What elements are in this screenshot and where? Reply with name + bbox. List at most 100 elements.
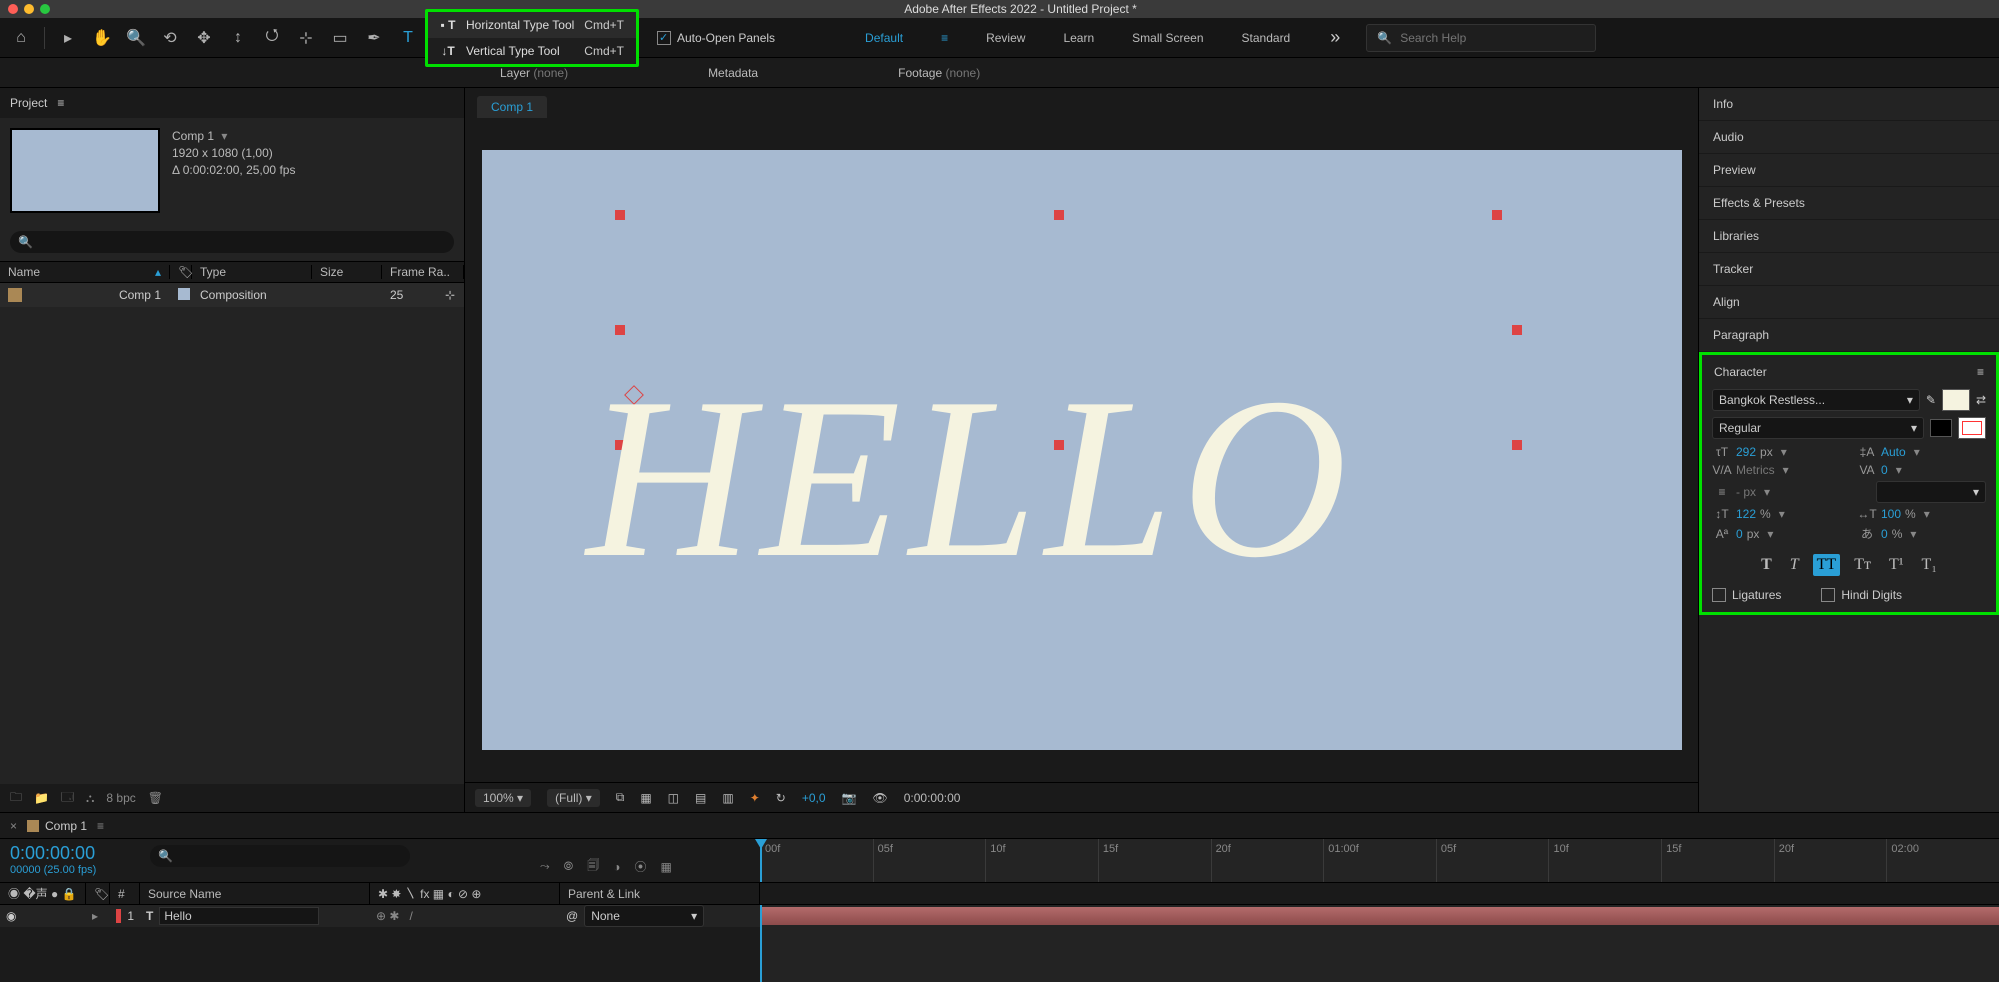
- panel-audio[interactable]: Audio: [1699, 121, 1999, 154]
- project-row[interactable]: Comp 1 Composition 25⊹: [0, 283, 464, 307]
- comp-thumbnail[interactable]: [10, 128, 160, 213]
- workspace-default[interactable]: Default: [865, 31, 903, 45]
- col-source-name[interactable]: Source Name: [140, 883, 370, 904]
- new-folder-icon[interactable]: 📁: [34, 791, 49, 805]
- subscript-button[interactable]: T₁: [1918, 554, 1941, 576]
- font-size-field[interactable]: τT 292 px▾: [1712, 445, 1841, 459]
- zoom-tool-icon[interactable]: 🔍: [123, 25, 149, 51]
- workspace-standard[interactable]: Standard: [1242, 31, 1291, 45]
- workspace-learn[interactable]: Learn: [1063, 31, 1094, 45]
- text-layer-content[interactable]: HELLO: [587, 345, 1356, 610]
- current-time-indicator[interactable]: [760, 905, 762, 982]
- workspace-overflow-icon[interactable]: »: [1330, 27, 1340, 48]
- parent-dropdown[interactable]: None▾: [584, 905, 704, 927]
- faux-italic-button[interactable]: T: [1786, 554, 1803, 576]
- col-parent[interactable]: Parent & Link: [560, 883, 760, 904]
- type-tool-menu[interactable]: ▪ T Horizontal Type Tool Cmd+T ↓T Vertic…: [425, 9, 639, 67]
- col-index[interactable]: #: [110, 883, 140, 904]
- region-icon[interactable]: ⧉: [616, 790, 625, 805]
- zoom-dropdown[interactable]: 100% ▾: [475, 789, 531, 807]
- label-swatch[interactable]: [116, 909, 121, 923]
- timeline-search-field[interactable]: 🔍: [150, 845, 410, 867]
- type-tool-icon[interactable]: T: [395, 25, 421, 51]
- snapshot-icon[interactable]: 📷: [842, 791, 857, 805]
- draft3d-icon[interactable]: ⦾: [564, 859, 574, 874]
- reset-exposure-icon[interactable]: ↻: [776, 791, 786, 805]
- home-icon[interactable]: ⌂: [8, 25, 34, 51]
- panel-paragraph[interactable]: Paragraph: [1699, 319, 1999, 352]
- interpret-icon[interactable]: 🗀: [10, 788, 22, 809]
- font-style-dropdown[interactable]: Regular▾: [1712, 417, 1924, 439]
- timeline-layer-row[interactable]: ◉ 1 T ⊕ ✱ / @ None▾: [0, 905, 760, 927]
- ligatures-checkbox[interactable]: Ligatures: [1712, 588, 1781, 602]
- close-window-button[interactable]: [8, 4, 18, 14]
- kerning-field[interactable]: V/A Metrics▾: [1712, 463, 1841, 477]
- zoom-window-button[interactable]: [40, 4, 50, 14]
- col-type[interactable]: Type: [192, 265, 312, 279]
- hindi-digits-checkbox[interactable]: Hindi Digits: [1821, 588, 1902, 602]
- label-col-icon[interactable]: 🏷: [86, 883, 110, 904]
- project-panel-header[interactable]: Project ≡: [0, 88, 464, 118]
- dolly-tool-icon[interactable]: ↕: [225, 25, 251, 51]
- shape-tool-icon[interactable]: ▭: [327, 25, 353, 51]
- superscript-button[interactable]: T¹: [1885, 554, 1908, 576]
- panel-libraries[interactable]: Libraries: [1699, 220, 1999, 253]
- close-tab-icon[interactable]: ×: [10, 819, 17, 833]
- transform-handle[interactable]: [1054, 210, 1064, 220]
- font-family-dropdown[interactable]: Bangkok Restless...▾: [1712, 389, 1920, 411]
- timeline-tab[interactable]: Comp 1: [27, 819, 87, 833]
- eyedropper-icon[interactable]: ✎: [1926, 393, 1936, 407]
- panel-menu-icon[interactable]: ≡: [97, 819, 104, 833]
- current-time-indicator[interactable]: [760, 839, 762, 882]
- resolution-dropdown[interactable]: (Full) ▾: [547, 789, 600, 807]
- fill-over-stroke-icon[interactable]: [1930, 419, 1952, 437]
- orbit-tool-icon[interactable]: ⟲: [157, 25, 183, 51]
- panel-align[interactable]: Align: [1699, 286, 1999, 319]
- layer-switches[interactable]: ⊕ ✱ /: [370, 909, 560, 923]
- pan-tool-icon[interactable]: ✥: [191, 25, 217, 51]
- col-size[interactable]: Size: [312, 265, 382, 279]
- project-search-input[interactable]: [39, 235, 446, 249]
- col-framerate[interactable]: Frame Ra..: [382, 265, 464, 279]
- current-time-display[interactable]: 0:00:00:00: [904, 791, 961, 805]
- panel-effects[interactable]: Effects & Presets: [1699, 187, 1999, 220]
- exposure-value[interactable]: +0,0: [802, 791, 826, 805]
- panel-preview[interactable]: Preview: [1699, 154, 1999, 187]
- workspace-review[interactable]: Review: [986, 31, 1025, 45]
- rotate-tool-icon[interactable]: ⭯: [259, 25, 285, 51]
- flowchart-icon[interactable]: ⊹: [445, 288, 455, 302]
- col-name[interactable]: Name ▴: [0, 265, 170, 279]
- workspace-menu-icon[interactable]: ≡: [941, 31, 948, 45]
- transform-handle[interactable]: [1512, 440, 1522, 450]
- transform-handle[interactable]: [615, 325, 625, 335]
- panel-tracker[interactable]: Tracker: [1699, 253, 1999, 286]
- comp-name[interactable]: Comp 1: [172, 129, 214, 143]
- baseline-shift-field[interactable]: Aª 0 px▾: [1712, 525, 1841, 542]
- transform-handle[interactable]: [615, 210, 625, 220]
- project-search-field[interactable]: 🔍: [10, 231, 454, 253]
- transparency-icon[interactable]: ▦: [640, 791, 651, 805]
- tracking-field[interactable]: VA 0▾: [1857, 463, 1986, 477]
- composition-flowchart-icon[interactable]: ⤳: [540, 859, 550, 874]
- graph-editor-icon[interactable]: ▦: [660, 860, 671, 874]
- vertical-type-tool-item[interactable]: ↓T Vertical Type Tool Cmd+T: [428, 38, 636, 64]
- panel-menu-icon[interactable]: ≡: [1977, 365, 1984, 379]
- current-time-field[interactable]: 0:00:00:00 00000 (25.00 fps): [0, 839, 150, 882]
- anchor-tool-icon[interactable]: ⊹: [293, 25, 319, 51]
- vertical-scale-field[interactable]: ↕T 122 %▾: [1712, 507, 1841, 521]
- mask-icon[interactable]: ◫: [668, 791, 679, 805]
- transform-handle[interactable]: [1492, 210, 1502, 220]
- frame-blend-icon[interactable]: ◑: [613, 860, 620, 874]
- help-search-input[interactable]: [1400, 31, 1585, 45]
- tsume-field[interactable]: あ 0 %▾: [1857, 525, 1986, 542]
- show-snapshot-icon[interactable]: 👁: [872, 791, 887, 805]
- workspace-small-screen[interactable]: Small Screen: [1132, 31, 1203, 45]
- timeline-track-area[interactable]: [760, 905, 1999, 982]
- auto-open-panels-checkbox[interactable]: Auto-Open Panels: [657, 31, 775, 45]
- minimize-window-button[interactable]: [24, 4, 34, 14]
- panel-info[interactable]: Info: [1699, 88, 1999, 121]
- swap-colors-icon[interactable]: ⇄: [1976, 393, 1986, 407]
- hand-tool-icon[interactable]: ✋: [89, 25, 115, 51]
- trash-icon[interactable]: 🗑: [148, 791, 163, 805]
- new-comp-icon[interactable]: 🗔: [61, 788, 74, 809]
